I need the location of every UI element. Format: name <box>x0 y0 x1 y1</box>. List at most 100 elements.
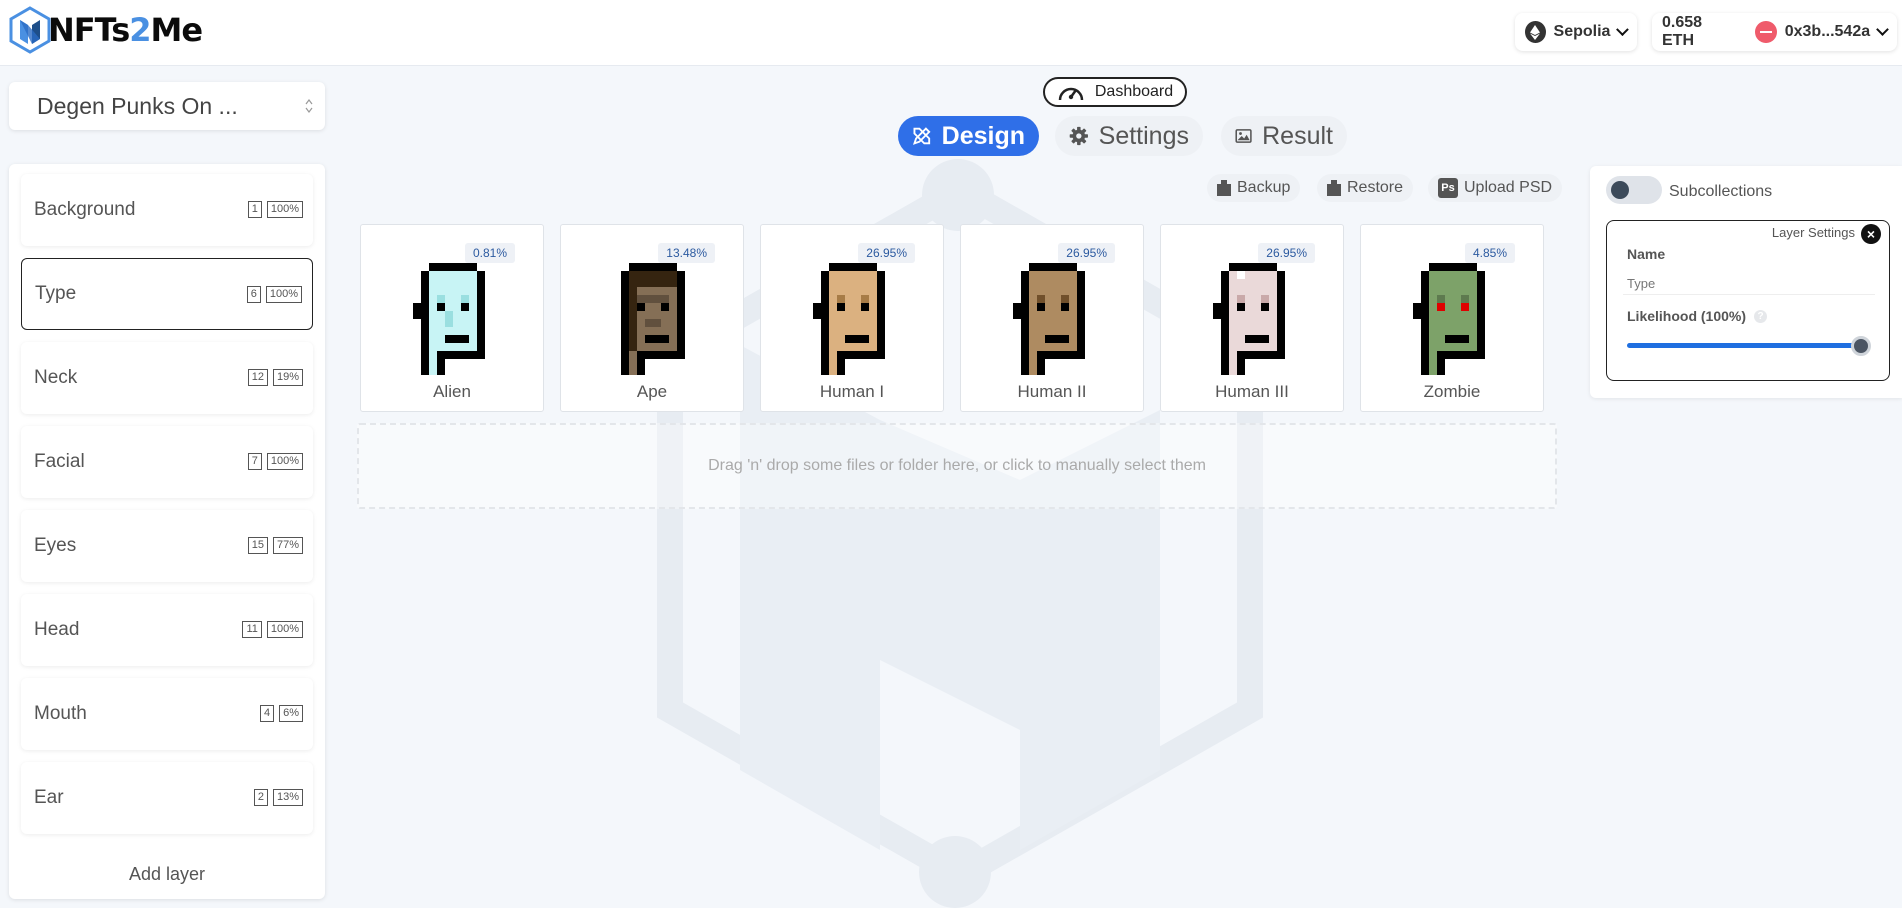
tab-label: Design <box>941 121 1025 150</box>
dashboard-button[interactable]: Dashboard <box>1043 77 1187 107</box>
layer-name-input[interactable] <box>1623 273 1875 295</box>
layer-item-facial[interactable]: Facial 7 100% <box>21 426 313 498</box>
layer-pct-badge: 19% <box>272 369 303 386</box>
trait-percentage: 4.85% <box>1464 243 1515 263</box>
tab-label: Settings <box>1098 121 1189 150</box>
layer-item-eyes[interactable]: Eyes 15 77% <box>21 510 313 582</box>
right-panel: Subcollections Layer Settings × Name Lik… <box>1590 166 1902 398</box>
trait-percentage: 26.95% <box>1258 243 1315 263</box>
layer-name: Mouth <box>34 703 87 724</box>
network-selector[interactable]: Sepolia <box>1515 13 1637 51</box>
layer-name: Ear <box>34 787 64 808</box>
dashboard-label: Dashboard <box>1094 83 1174 100</box>
layer-pct-badge: 100% <box>266 201 303 218</box>
layer-count-badge: 15 <box>247 537 268 554</box>
trait-name: Human II <box>1017 382 1087 401</box>
tab-label: Result <box>1262 121 1333 150</box>
trait-card[interactable]: 13.48% Ape <box>560 224 744 412</box>
layer-count-badge: 4 <box>259 705 275 722</box>
punk-image <box>1413 263 1485 375</box>
layer-item-head[interactable]: Head 11 100% <box>21 594 313 666</box>
layer-name: Neck <box>34 367 78 388</box>
punk-image <box>413 263 485 375</box>
backup-icon <box>1217 180 1231 196</box>
network-name: Sepolia <box>1553 23 1611 40</box>
trait-name: Alien <box>433 382 471 401</box>
balance: 0.658 ETH <box>1662 14 1703 49</box>
layer-settings-title: Layer Settings <box>1771 225 1855 240</box>
account-selector[interactable]: 0.658 ETH 0x3b...542a <box>1652 13 1897 51</box>
logo[interactable]: NFTs2Me <box>8 6 203 54</box>
subcollections-label: Subcollections <box>1669 183 1773 200</box>
punk-image <box>1213 263 1285 375</box>
layer-pct-badge: 77% <box>272 537 303 554</box>
layer-item-background[interactable]: Background 1 100% <box>21 174 313 246</box>
upload-psd-button[interactable]: Ps Upload PSD <box>1428 174 1563 202</box>
restore-button[interactable]: Restore <box>1317 174 1414 202</box>
layer-pct-badge: 100% <box>266 621 303 638</box>
punk-image <box>621 263 685 375</box>
upload-psd-label: Upload PSD <box>1464 179 1553 196</box>
ethereum-icon <box>1525 21 1546 43</box>
restore-icon <box>1327 180 1341 196</box>
add-layer-button[interactable]: Add layer <box>9 864 325 885</box>
layer-name: Eyes <box>34 535 77 556</box>
layer-name: Facial <box>34 451 85 472</box>
layer-item-type[interactable]: Type 6 100% <box>21 258 313 330</box>
layer-count-badge: 7 <box>247 453 262 470</box>
layer-pct-badge: 100% <box>265 286 302 303</box>
likelihood-label: Likelihood (100%)? <box>1627 308 1768 324</box>
likelihood-slider-track[interactable] <box>1627 343 1859 348</box>
collection-selector[interactable]: Degen Punks On ... <box>9 82 325 130</box>
trait-card[interactable]: 0.81% Alien <box>360 224 544 412</box>
help-icon[interactable]: ? <box>1754 310 1768 323</box>
toggle-knob <box>1611 181 1629 199</box>
photoshop-icon: Ps <box>1438 178 1458 198</box>
trait-card[interactable]: 26.95% Human II <box>960 224 1144 412</box>
name-label: Name <box>1627 246 1666 262</box>
select-arrows-icon <box>305 99 313 113</box>
layer-count-badge: 11 <box>242 621 262 638</box>
gear-icon <box>1069 126 1088 146</box>
wallet-address: 0x3b...542a <box>1784 23 1871 40</box>
layer-item-ear[interactable]: Ear 2 13% <box>21 762 313 834</box>
layers-panel: Background 1 100% Type 6 100% Neck 12 19% F… <box>9 164 325 899</box>
trait-name: Zombie <box>1423 382 1481 401</box>
layer-pct-badge: 100% <box>266 453 303 470</box>
trait-name: Human III <box>1215 382 1289 401</box>
file-dropzone[interactable]: Drag 'n' drop some files or folder here,… <box>357 423 1557 509</box>
layer-count-badge: 6 <box>246 286 261 303</box>
trait-name: Human I <box>819 382 885 401</box>
speedometer-icon <box>1058 87 1084 101</box>
layer-pct-badge: 13% <box>272 789 303 806</box>
trait-percentage: 13.48% <box>658 243 715 263</box>
pencil-ruler-icon <box>912 127 931 145</box>
backup-label: Backup <box>1237 179 1291 196</box>
trait-percentage: 26.95% <box>858 243 915 263</box>
logo-text: NFTs2Me <box>48 11 203 49</box>
tab-result[interactable]: Result <box>1221 116 1347 156</box>
layer-name: Background <box>34 199 136 220</box>
punk-image <box>813 263 885 375</box>
trait-card[interactable]: 4.85% Zombie <box>1360 224 1544 412</box>
trait-percentage: 26.95% <box>1058 243 1115 263</box>
chevron-down-icon <box>1616 23 1629 36</box>
layer-settings-panel: Layer Settings × Name Likelihood (100%)? <box>1606 220 1890 381</box>
layer-count-badge: 2 <box>253 789 268 806</box>
layer-count-badge: 12 <box>247 369 268 386</box>
trait-card[interactable]: 26.95% Human III <box>1160 224 1344 412</box>
tab-design[interactable]: Design <box>898 116 1039 156</box>
layer-item-neck[interactable]: Neck 12 19% <box>21 342 313 414</box>
trait-percentage: 0.81% <box>464 243 515 263</box>
backup-button[interactable]: Backup <box>1207 174 1301 202</box>
trait-name: Ape <box>636 382 668 401</box>
layer-item-mouth[interactable]: Mouth 4 6% <box>21 678 313 750</box>
tab-settings[interactable]: Settings <box>1055 116 1203 156</box>
close-icon[interactable]: × <box>1861 224 1881 244</box>
punk-image <box>1013 263 1085 375</box>
likelihood-slider-handle[interactable] <box>1851 336 1871 356</box>
subcollections-toggle[interactable] <box>1606 176 1662 204</box>
trait-card[interactable]: 26.95% Human I <box>760 224 944 412</box>
layer-name: Head <box>34 619 80 640</box>
logo-icon <box>9 6 51 54</box>
